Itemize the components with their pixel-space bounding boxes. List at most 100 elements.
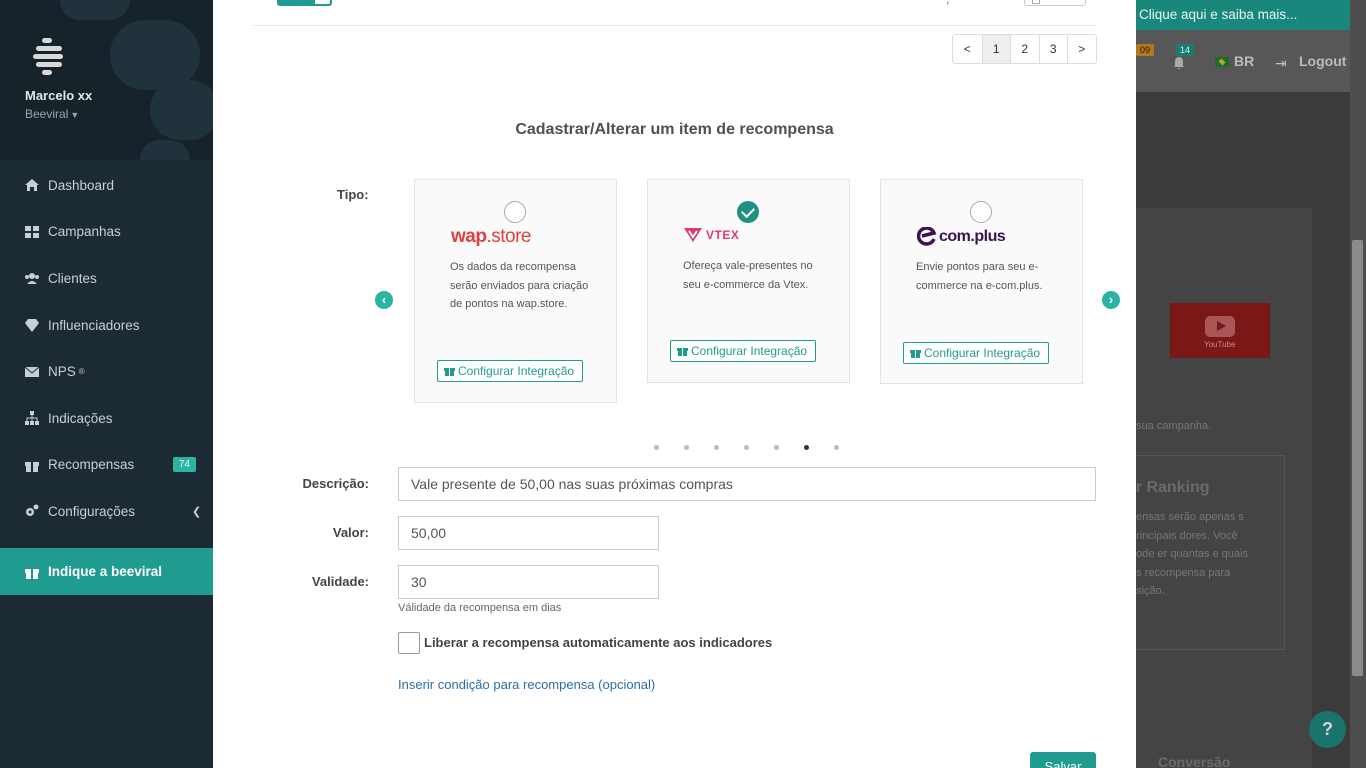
registered-mark: ® bbox=[78, 367, 85, 377]
section-title: Cadastrar/Alterar um item de recompensa bbox=[515, 121, 834, 138]
envelope-icon bbox=[24, 366, 40, 377]
sidebar-header: Marcelo xx Beeviral ▼ bbox=[0, 0, 213, 160]
rewards-count-badge: 74 bbox=[173, 457, 197, 473]
reward-modal: , < 1 2 3 > Cadastrar/Alterar um item de… bbox=[213, 0, 1136, 768]
tipo-label: Tipo: bbox=[337, 187, 369, 202]
type-radio-vtex[interactable] bbox=[737, 201, 759, 223]
users-icon bbox=[25, 273, 39, 285]
bell-icon[interactable] bbox=[1172, 56, 1186, 70]
pagination-page-1[interactable]: 1 bbox=[981, 35, 1010, 63]
gift-icon bbox=[910, 350, 921, 358]
user-name: Marcelo xx bbox=[25, 88, 93, 103]
ecomplus-logo: com.plus bbox=[916, 227, 1006, 247]
card-description: Os dados da recompensa serão enviados pa… bbox=[450, 261, 589, 311]
add-condition-link[interactable]: Inserir condição para recompensa (opcion… bbox=[398, 677, 655, 692]
validade-label: Validade: bbox=[311, 574, 369, 589]
valor-input[interactable]: 50,00 bbox=[398, 516, 659, 550]
configure-integration-label: Configurar Integração bbox=[691, 344, 808, 358]
vtex-logo: VTEX bbox=[683, 227, 739, 243]
pagination-page-2[interactable]: 2 bbox=[1010, 35, 1039, 63]
carousel-dot[interactable] bbox=[834, 445, 839, 450]
chevron-left-icon: ❮ bbox=[192, 505, 202, 518]
scrollbar-thumb[interactable] bbox=[1352, 240, 1363, 676]
sidebar-item-dashboard[interactable]: Dashboard bbox=[0, 162, 213, 209]
campaign-text: sua campanha. bbox=[1136, 420, 1212, 432]
sidebar-item-label: Campanhas bbox=[48, 224, 121, 240]
sidebar-item-label: Clientes bbox=[48, 270, 97, 286]
divider bbox=[253, 25, 1096, 26]
sidebar-item-nps[interactable]: NPS ® bbox=[0, 348, 213, 395]
carousel-dot[interactable] bbox=[714, 445, 719, 450]
configure-integration-button[interactable]: Configurar Integração bbox=[670, 340, 817, 362]
page-size-select[interactable] bbox=[1024, 0, 1086, 6]
type-radio-wapstore[interactable] bbox=[504, 201, 526, 223]
sidebar-item-label: Influenciadores bbox=[48, 317, 140, 333]
gift-icon bbox=[25, 461, 39, 472]
logout-icon[interactable]: ⇥ bbox=[1275, 55, 1287, 72]
sidebar-item-indicacoes[interactable]: Indicações bbox=[0, 395, 213, 442]
ranking-text: pensas serão apenas s principais dores. … bbox=[1130, 511, 1249, 598]
gift-icon bbox=[677, 348, 688, 356]
carousel-dot-active[interactable] bbox=[804, 445, 809, 450]
carousel-dot[interactable] bbox=[684, 445, 689, 450]
gift-icon bbox=[444, 368, 455, 376]
carousel-dot[interactable] bbox=[654, 445, 659, 450]
sidebar-cta-label: Indique a beeviral bbox=[48, 564, 163, 579]
sidebar-item-label: Recompensas bbox=[48, 457, 135, 473]
status-toggle[interactable] bbox=[277, 0, 332, 6]
validade-help-text: Válidade da recompensa em dias bbox=[398, 602, 562, 614]
pagination: < 1 2 3 > bbox=[952, 34, 1097, 64]
sitemap-icon bbox=[25, 411, 39, 426]
grid-icon bbox=[25, 225, 39, 238]
sidebar-item-configuracoes[interactable]: Configurações ❮ bbox=[0, 488, 213, 535]
pagination-page-3[interactable]: 3 bbox=[1038, 35, 1068, 63]
card-description: Envie pontos para seu e-commerce na e-co… bbox=[916, 261, 1043, 292]
sidebar: Marcelo xx Beeviral ▼ Dashboard Campanhas… bbox=[0, 0, 213, 768]
gift-icon bbox=[25, 568, 39, 579]
validade-input[interactable]: 30 bbox=[398, 565, 659, 599]
sidebar-item-clientes[interactable]: Clientes bbox=[0, 255, 213, 302]
wapstore-logo: wap.store bbox=[451, 226, 531, 247]
auto-release-checkbox[interactable] bbox=[398, 632, 420, 654]
type-radio-ecomplus[interactable] bbox=[970, 201, 992, 223]
youtube-label: YouTube bbox=[1204, 340, 1236, 349]
carousel-next-icon[interactable]: › bbox=[1102, 291, 1120, 309]
descricao-label: Descrição: bbox=[302, 476, 369, 491]
sidebar-item-recompensas[interactable]: Recompensas 74 bbox=[0, 442, 213, 489]
diamond-icon bbox=[25, 319, 39, 333]
pagination-prev[interactable]: < bbox=[953, 35, 982, 63]
integration-card-ecomplus[interactable]: com.plus Envie pontos para seu e-commerc… bbox=[880, 179, 1083, 384]
sidebar-item-indique[interactable]: Indique a beeviral bbox=[0, 548, 213, 595]
carousel-prev-icon[interactable]: ‹ bbox=[375, 291, 393, 309]
pagination-next[interactable]: > bbox=[1067, 35, 1096, 63]
carousel-dot[interactable] bbox=[744, 445, 749, 450]
descricao-input[interactable]: Vale presente de 50,00 nas suas próximas… bbox=[398, 467, 1096, 501]
org-name: Beeviral bbox=[25, 107, 69, 121]
carousel-indicators bbox=[654, 445, 839, 450]
cogs-icon bbox=[26, 504, 39, 517]
sidebar-item-label: Dashboard bbox=[48, 177, 115, 193]
home-icon bbox=[25, 179, 39, 192]
integration-card-vtex[interactable]: VTEX Ofereça vale-presentes no seu e-com… bbox=[647, 179, 850, 383]
notification-badge: 09 bbox=[1136, 44, 1155, 56]
brazil-flag-icon[interactable] bbox=[1215, 57, 1229, 67]
configure-integration-label: Configurar Integração bbox=[458, 364, 575, 378]
configure-integration-button[interactable]: Configurar Integração bbox=[437, 360, 584, 382]
ranking-title: or Ranking bbox=[1126, 479, 1210, 496]
org-switcher[interactable]: Beeviral ▼ bbox=[25, 107, 79, 121]
sidebar-item-influenciadores[interactable]: Influenciadores bbox=[0, 302, 213, 349]
save-button[interactable]: Salvar bbox=[1030, 752, 1096, 768]
promo-banner[interactable]: Clique aqui e saiba mais... bbox=[1136, 0, 1366, 30]
alerts-badge: 14 bbox=[1176, 44, 1195, 56]
logout-link[interactable]: Logout bbox=[1299, 53, 1346, 69]
configure-integration-button[interactable]: Configurar Integração bbox=[903, 342, 1050, 364]
sidebar-item-campanhas[interactable]: Campanhas bbox=[0, 209, 213, 256]
integration-card-wapstore[interactable]: wap.store Os dados da recompensa serão e… bbox=[414, 179, 617, 403]
auto-release-label[interactable]: Liberar a recompensa automaticamente aos… bbox=[424, 635, 772, 650]
help-button[interactable]: ? bbox=[1309, 711, 1346, 748]
separator-text: , bbox=[946, 0, 949, 6]
carousel-dot[interactable] bbox=[774, 445, 779, 450]
caret-down-icon: ▼ bbox=[70, 110, 80, 120]
language-selector[interactable]: BR bbox=[1234, 53, 1254, 69]
beeviral-logo bbox=[33, 38, 63, 75]
